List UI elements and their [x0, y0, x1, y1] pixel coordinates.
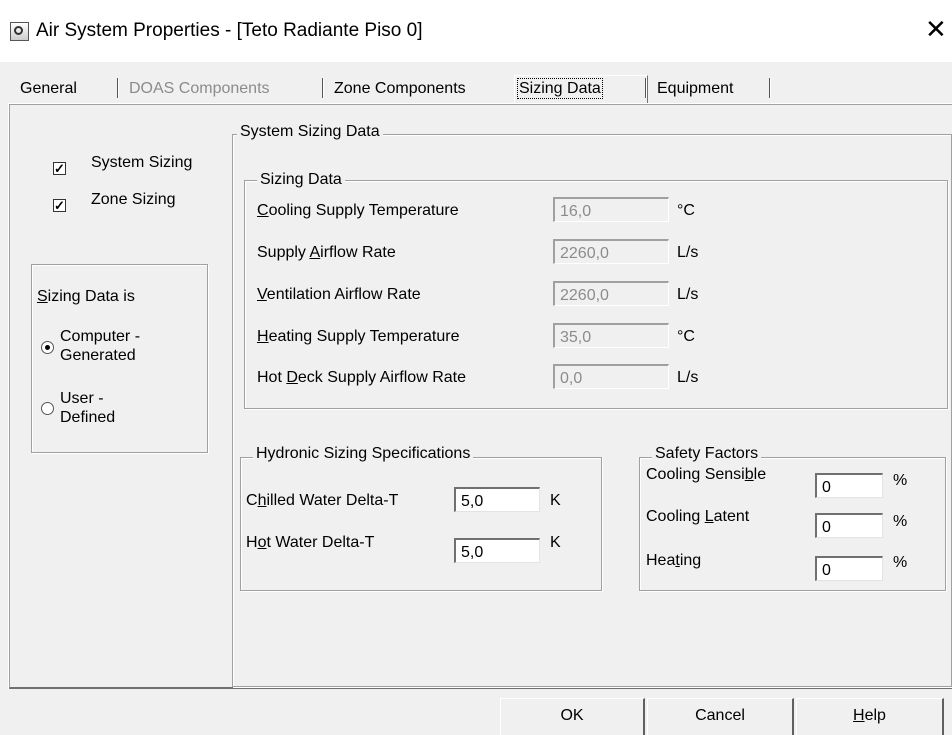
supply-airflow-rate-field[interactable]: 2260,0 [553, 239, 669, 264]
cooling-sensible-field[interactable]: 0 [815, 473, 883, 498]
hot-water-delta-t-unit: K [550, 534, 561, 551]
tab-separator [769, 78, 770, 98]
zone-sizing-label: Zone Sizing [91, 191, 176, 208]
heating-field[interactable]: 0 [815, 556, 883, 581]
safety-factors-legend: Safety Factors [652, 445, 762, 463]
hot-deck-supply-airflow-rate-field[interactable]: 0,0 [553, 364, 669, 389]
tab-zone-components[interactable]: Zone Components [334, 78, 466, 100]
ventilation-airflow-rate-field[interactable]: 2260,0 [553, 281, 669, 306]
tab-doas-components[interactable]: DOAS Components [129, 78, 270, 100]
hydronic-sizing-group [240, 457, 602, 591]
cooling-supply-temperature-field[interactable]: 16,0 [553, 197, 669, 222]
tab-general[interactable]: General [20, 78, 77, 100]
chilled-water-delta-t-field[interactable]: 5,0 [454, 487, 540, 512]
cooling-supply-temperature-unit: °C [677, 202, 695, 219]
user-defined-label: User - Defined [60, 390, 116, 426]
sizing-data-legend: Sizing Data [257, 171, 345, 189]
app-icon [10, 22, 29, 41]
cooling-sensible-label: Cooling Sensible [646, 466, 767, 483]
zone-sizing-checkbox[interactable]: ✓ [53, 199, 66, 212]
help-button[interactable]: Help [796, 698, 944, 735]
sizing-data-source-label: Sizing Data is [37, 288, 135, 305]
ok-button[interactable]: OK [500, 698, 645, 735]
cooling-supply-temperature-label: Cooling Supply Temperature [257, 202, 459, 219]
heating-supply-temperature-field[interactable]: 35,0 [553, 323, 669, 348]
tab-equipment[interactable]: Equipment [657, 78, 734, 100]
window-title: Air System Properties - [Teto Radiante P… [36, 20, 423, 41]
hot-water-delta-t-label: Hot Water Delta-T [246, 534, 375, 551]
cancel-button[interactable]: Cancel [647, 698, 794, 735]
system-sizing-data-legend: System Sizing Data [237, 123, 383, 141]
title-bar: Air System Properties - [Teto Radiante P… [0, 0, 952, 62]
cooling-latent-label: Cooling Latent [646, 508, 750, 525]
close-icon[interactable]: ✕ [925, 16, 947, 42]
ventilation-airflow-rate-unit: L/s [677, 286, 699, 303]
cooling-sensible-unit: % [893, 472, 908, 489]
ventilation-airflow-rate-label: Ventilation Airflow Rate [257, 286, 421, 303]
cooling-latent-unit: % [893, 513, 908, 530]
chilled-water-delta-t-label: Chilled Water Delta-T [246, 492, 399, 509]
heating-unit: % [893, 554, 908, 571]
tab-sizing-data[interactable]: Sizing Data [517, 78, 603, 100]
tab-separator [117, 78, 118, 98]
hot-deck-supply-airflow-rate-unit: L/s [677, 369, 699, 386]
heating-supply-temperature-label: Heating Supply Temperature [257, 328, 460, 345]
heating-supply-temperature-unit: °C [677, 328, 695, 345]
hot-water-delta-t-field[interactable]: 5,0 [454, 538, 540, 563]
computer-generated-radio[interactable] [41, 341, 54, 354]
system-sizing-checkbox[interactable]: ✓ [53, 162, 66, 175]
hydronic-sizing-legend: Hydronic Sizing Specifications [253, 445, 474, 463]
tab-separator [645, 78, 646, 98]
cooling-latent-field[interactable]: 0 [815, 513, 883, 538]
supply-airflow-rate-label: Supply Airflow Rate [257, 244, 396, 261]
supply-airflow-rate-unit: L/s [677, 244, 699, 261]
hot-deck-supply-airflow-rate-label: Hot Deck Supply Airflow Rate [257, 369, 466, 386]
tab-separator [322, 78, 323, 98]
heating-label: Heating [646, 552, 702, 569]
user-defined-radio[interactable] [41, 402, 54, 415]
chilled-water-delta-t-unit: K [550, 492, 561, 509]
system-sizing-label: System Sizing [91, 154, 193, 171]
computer-generated-label: Computer - Generated [60, 328, 141, 364]
